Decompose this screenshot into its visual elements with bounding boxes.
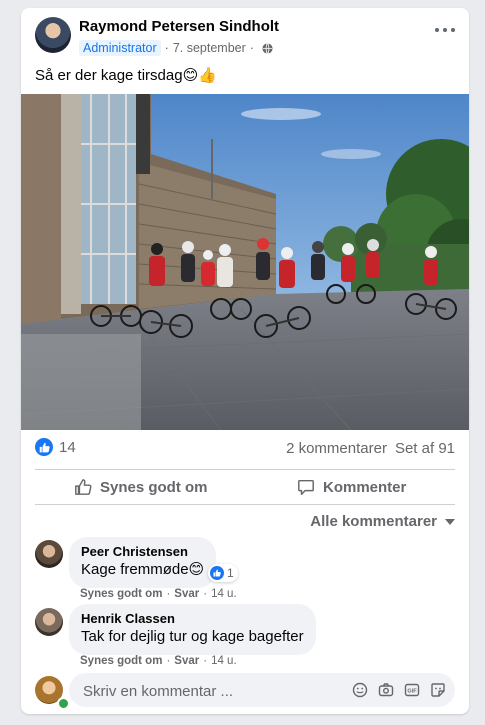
- meta-separator: ·: [249, 41, 254, 55]
- comment-count[interactable]: 2 kommentarer: [286, 440, 387, 457]
- author-avatar[interactable]: [35, 17, 71, 53]
- caret-down-icon: [445, 518, 455, 525]
- comment-reaction[interactable]: 1: [208, 564, 238, 582]
- thumbs-up-icon: [75, 479, 92, 495]
- comment-icon: [298, 479, 314, 495]
- view-count[interactable]: Set af 91: [395, 440, 455, 457]
- emoji-icon[interactable]: [351, 681, 369, 699]
- comment-composer[interactable]: GIF: [69, 673, 455, 709]
- svg-text:GIF: GIF: [407, 689, 417, 695]
- commenter-avatar[interactable]: [35, 540, 63, 568]
- comment-age[interactable]: 14 u.: [211, 588, 237, 600]
- author-name[interactable]: Raymond Petersen Sindholt: [79, 18, 279, 35]
- like-button[interactable]: Synes godt om: [74, 475, 208, 499]
- comment-like-link[interactable]: Synes godt om: [80, 588, 162, 600]
- like-icon: [35, 438, 53, 456]
- post-stats: 2 kommentarer Set af 91: [286, 440, 455, 457]
- divider: [35, 504, 455, 505]
- commenter-avatar[interactable]: [35, 608, 63, 636]
- comments-filter[interactable]: Alle kommentarer: [310, 513, 455, 530]
- comment-reaction-count: 1: [227, 566, 234, 580]
- comment-button-label: Kommenter: [323, 478, 407, 496]
- globe-icon: [262, 42, 273, 54]
- comment-bubble: Henrik Classen Tak for dejlig tur og kag…: [69, 604, 316, 655]
- comment-actions: Synes godt om · Svar · 14 u.: [80, 655, 237, 667]
- gif-icon[interactable]: GIF: [403, 681, 421, 699]
- like-count: 14: [59, 438, 76, 456]
- commenter-name[interactable]: Peer Christensen: [81, 544, 204, 560]
- divider: [35, 469, 455, 470]
- comment-age[interactable]: 14 u.: [211, 655, 237, 667]
- commenter-name[interactable]: Henrik Classen: [81, 611, 304, 627]
- comment-actions: Synes godt om · Svar · 14 u.: [80, 588, 237, 600]
- comment-reply-link[interactable]: Svar: [174, 655, 199, 667]
- meta-separator: ·: [164, 41, 169, 55]
- role-badge: Administrator: [79, 40, 161, 56]
- comment-text: Kage fremmøde😊: [81, 561, 205, 578]
- comment-button[interactable]: Kommenter: [297, 475, 406, 499]
- post-date[interactable]: 7. september: [173, 41, 246, 55]
- comment-bubble: Peer Christensen Kage fremmøde😊: [69, 537, 217, 588]
- sticker-icon[interactable]: [429, 681, 447, 699]
- comments-filter-label: Alle kommentarer: [310, 513, 437, 530]
- like-button-label: Synes godt om: [100, 478, 208, 496]
- post-meta: Administrator · 7. september ·: [79, 39, 273, 57]
- post-text: Så er der kage tirsdag😊👍: [35, 67, 217, 84]
- more-icon[interactable]: [435, 24, 455, 36]
- composer-tools: GIF: [351, 681, 447, 699]
- like-icon: [210, 566, 224, 580]
- comment-like-link[interactable]: Synes godt om: [80, 655, 162, 667]
- online-status-indicator: [57, 697, 70, 710]
- comment-input[interactable]: [81, 673, 345, 709]
- reaction-summary[interactable]: 14: [35, 438, 76, 456]
- comment-text: Tak for dejlig tur og kage bagefter: [81, 628, 304, 645]
- post-card: Raymond Petersen Sindholt Administrator …: [21, 8, 469, 714]
- comment-reply-link[interactable]: Svar: [174, 588, 199, 600]
- post-photo[interactable]: [21, 94, 469, 430]
- camera-icon[interactable]: [377, 681, 395, 699]
